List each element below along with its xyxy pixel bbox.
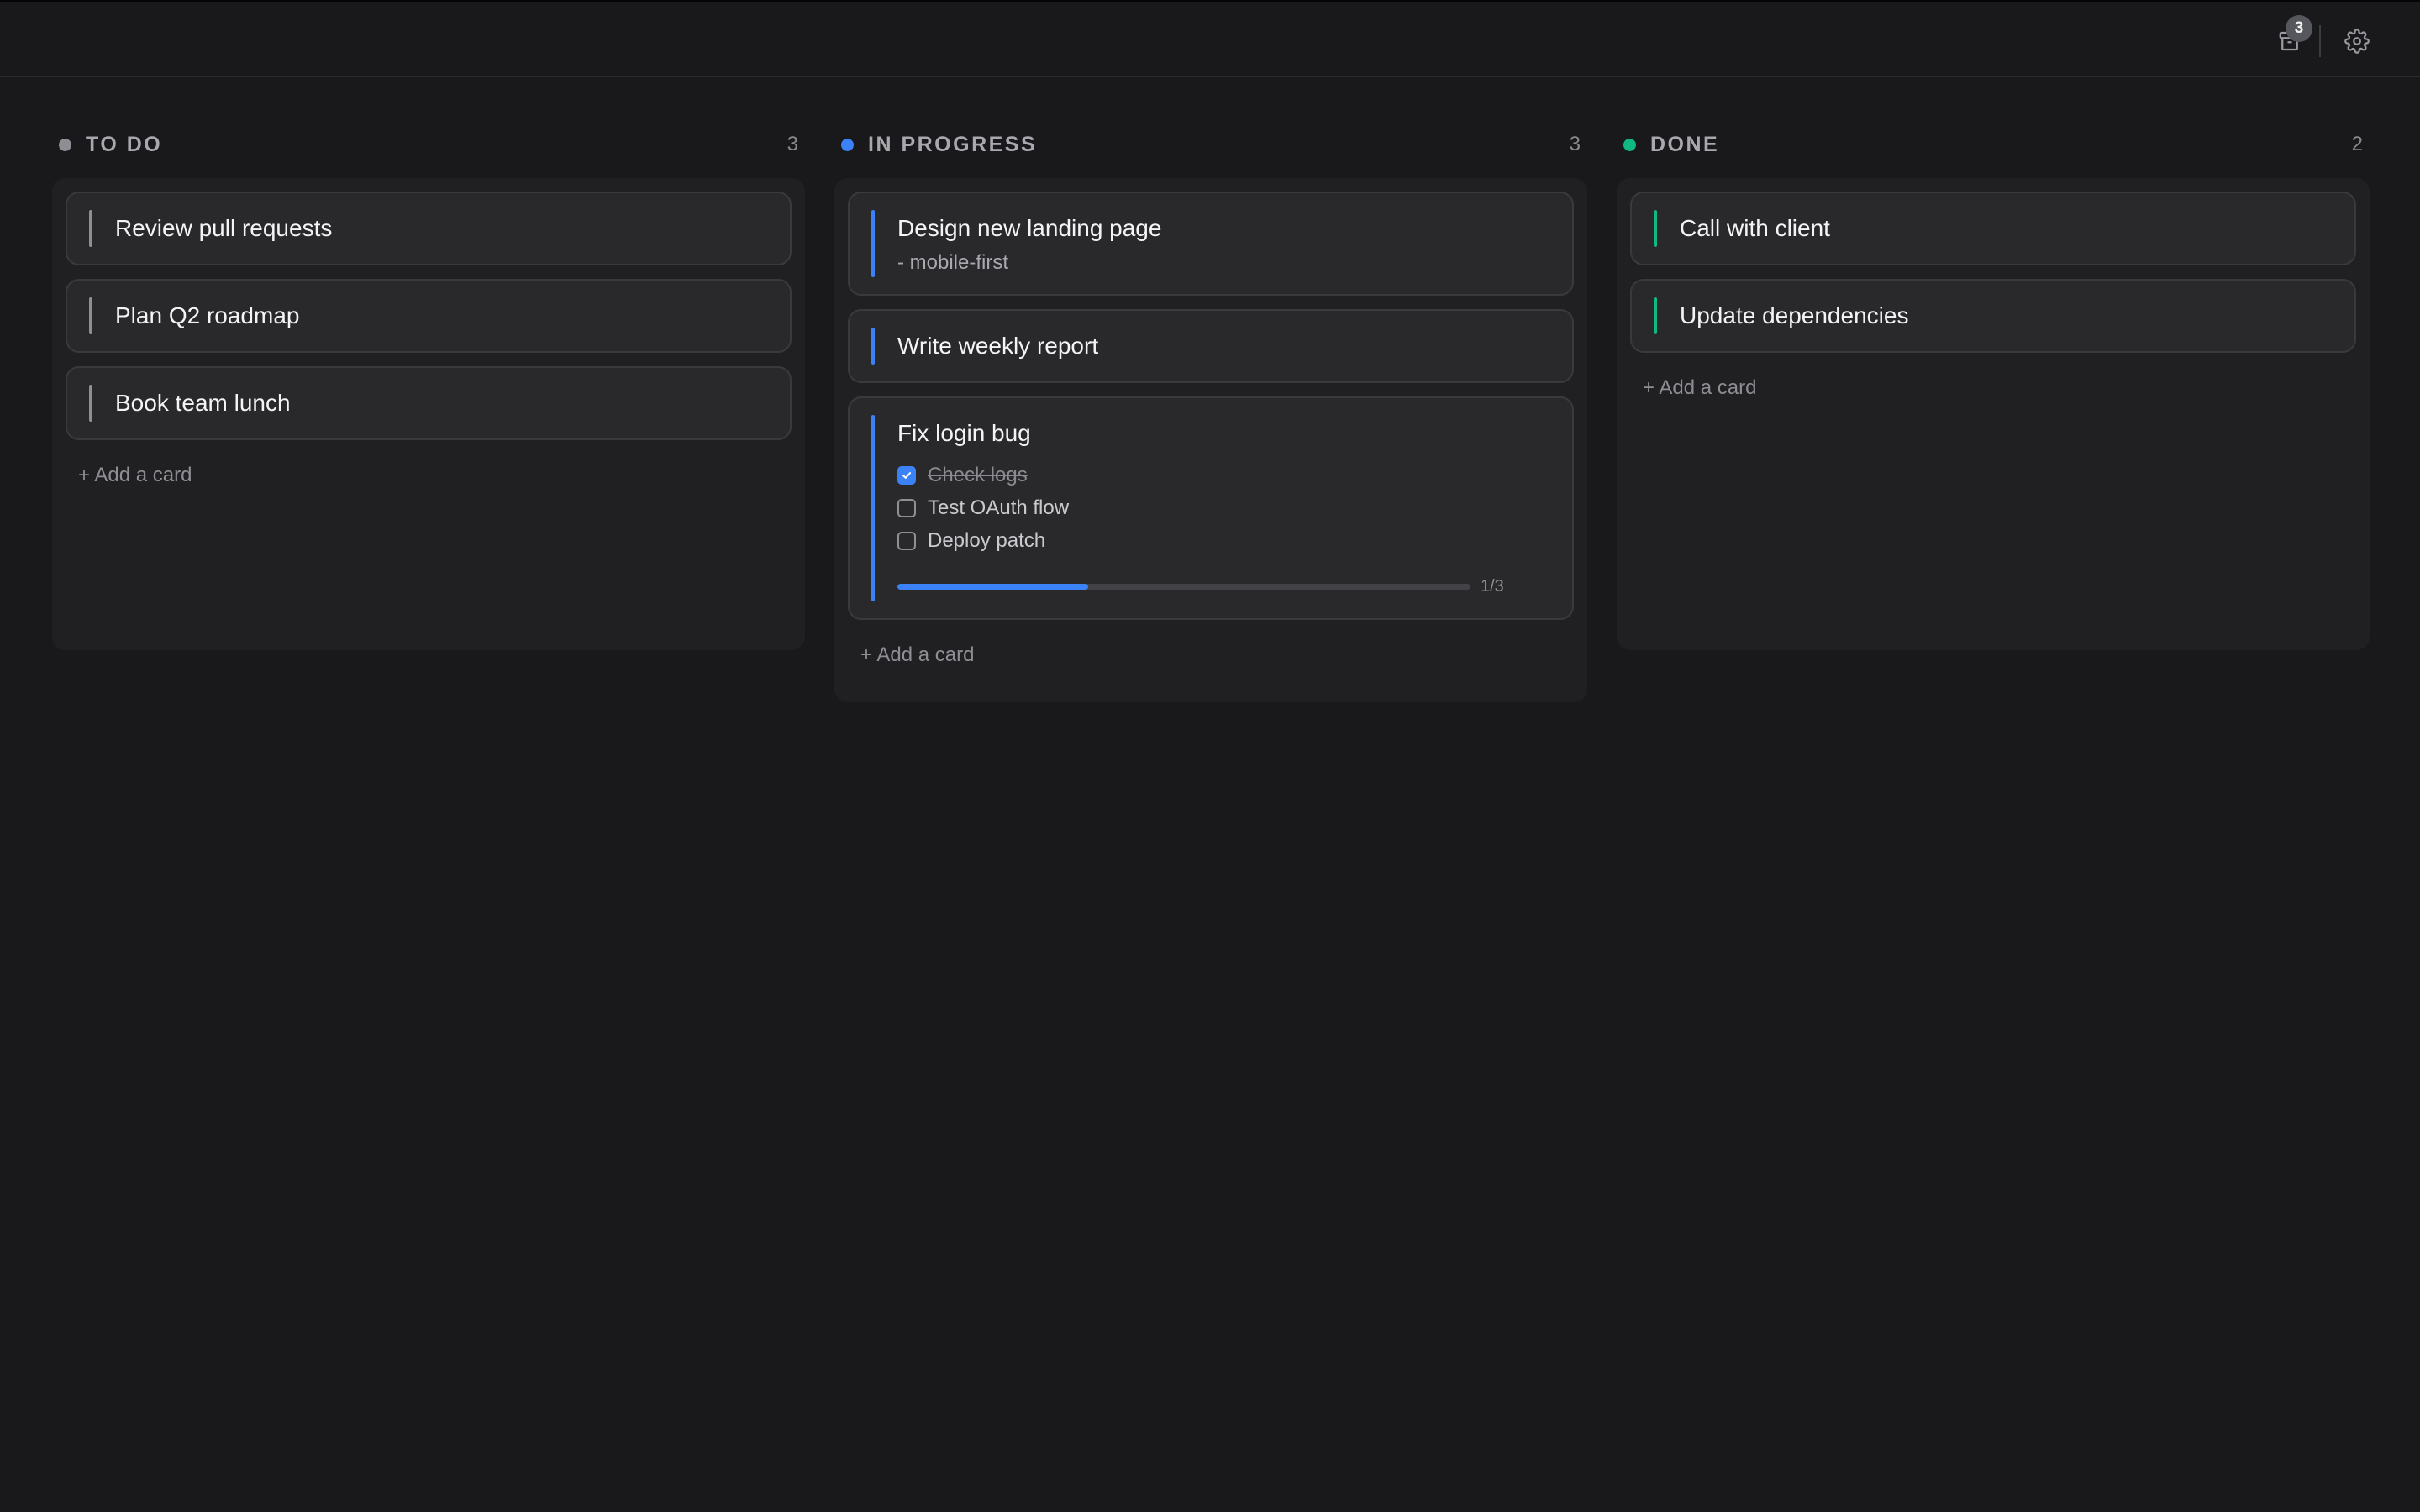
card-subtitle: - mobile-first: [897, 251, 1009, 274]
gear-icon: [2344, 29, 2370, 54]
add-card-button[interactable]: + Add a card: [66, 454, 204, 497]
column-done: DONE 2 Call with client Update dependenc…: [1617, 126, 2370, 702]
card-title: Design new landing page: [897, 215, 1162, 241]
card[interactable]: Design new landing page - mobile-first: [848, 192, 1574, 296]
checklist-item: Test OAuth flow: [897, 491, 1550, 524]
card-accent-bar: [1654, 297, 1657, 334]
status-dot: [1623, 138, 1636, 151]
checkbox[interactable]: [897, 531, 916, 550]
card[interactable]: Write weekly report: [848, 309, 1574, 383]
archive-count-badge: 3: [2286, 15, 2312, 42]
card-title: Book team lunch: [115, 390, 291, 416]
card-title: Call with client: [1680, 215, 1830, 241]
card-accent-bar: [89, 210, 92, 247]
card-accent-bar: [871, 210, 875, 277]
card-title: Review pull requests: [115, 215, 333, 241]
checklist-item-text: Check logs: [928, 463, 1028, 486]
column-header: IN PROGRESS 3: [834, 126, 1587, 163]
card-accent-bar: [89, 297, 92, 334]
progress-label: 1/3: [1481, 577, 1504, 596]
card[interactable]: Update dependencies: [1630, 279, 2356, 353]
checkbox[interactable]: [897, 465, 916, 485]
card[interactable]: Review pull requests: [66, 192, 792, 265]
column-header: TO DO 3: [52, 126, 805, 163]
card-title: Write weekly report: [897, 333, 1099, 359]
toolbar-divider: [2319, 25, 2321, 57]
card-accent-bar: [89, 385, 92, 422]
check-icon: [902, 471, 912, 479]
checklist: Check logs Test OAuth flow Deploy patch: [897, 459, 1550, 557]
column-body: Call with client Update dependencies + A…: [1617, 178, 2370, 650]
card-title: Plan Q2 roadmap: [115, 302, 300, 328]
archive-button[interactable]: 3: [2269, 15, 2312, 62]
checklist-item-text: Test OAuth flow: [928, 496, 1070, 519]
column-header: DONE 2: [1617, 126, 2370, 163]
add-card-button[interactable]: + Add a card: [848, 633, 986, 677]
column-in-progress: IN PROGRESS 3 Design new landing page - …: [834, 126, 1587, 702]
column-count: 3: [1569, 133, 1581, 155]
column-count: 2: [2351, 133, 2363, 155]
card-accent-bar: [871, 328, 875, 365]
column-count: 3: [786, 133, 798, 155]
settings-button[interactable]: [2336, 20, 2378, 62]
progress-fill: [897, 584, 1089, 590]
card[interactable]: Book team lunch: [66, 366, 792, 440]
card[interactable]: Fix login bug Check logs Test OAuth flow: [848, 396, 1574, 620]
column-title: IN PROGRESS: [868, 132, 1038, 156]
card-title: Update dependencies: [1680, 302, 1909, 328]
card-accent-bar: [1654, 210, 1657, 247]
card[interactable]: Plan Q2 roadmap: [66, 279, 792, 353]
checklist-item: Deploy patch: [897, 524, 1550, 557]
add-card-button[interactable]: + Add a card: [1630, 366, 1769, 410]
progress-track: [897, 584, 1470, 590]
status-dot: [59, 138, 71, 151]
top-bar: 3: [0, 0, 2420, 77]
card[interactable]: Call with client: [1630, 192, 2356, 265]
status-dot: [841, 138, 854, 151]
column-title: DONE: [1650, 132, 1720, 156]
checklist-item-text: Deploy patch: [928, 528, 1046, 552]
topbar-actions: 3: [2269, 15, 2378, 62]
column-todo: TO DO 3 Review pull requests Plan Q2 roa…: [52, 126, 805, 702]
checklist-item: Check logs: [897, 459, 1550, 491]
kanban-board: TO DO 3 Review pull requests Plan Q2 roa…: [52, 126, 2370, 702]
column-body: Design new landing page - mobile-first W…: [834, 178, 1587, 702]
column-title: TO DO: [86, 132, 163, 156]
checklist-progress: 1/3: [897, 577, 1550, 596]
checkbox[interactable]: [897, 498, 916, 517]
card-title: Fix login bug: [897, 420, 1031, 446]
card-accent-bar: [871, 415, 875, 601]
column-body: Review pull requests Plan Q2 roadmap Boo…: [52, 178, 805, 650]
